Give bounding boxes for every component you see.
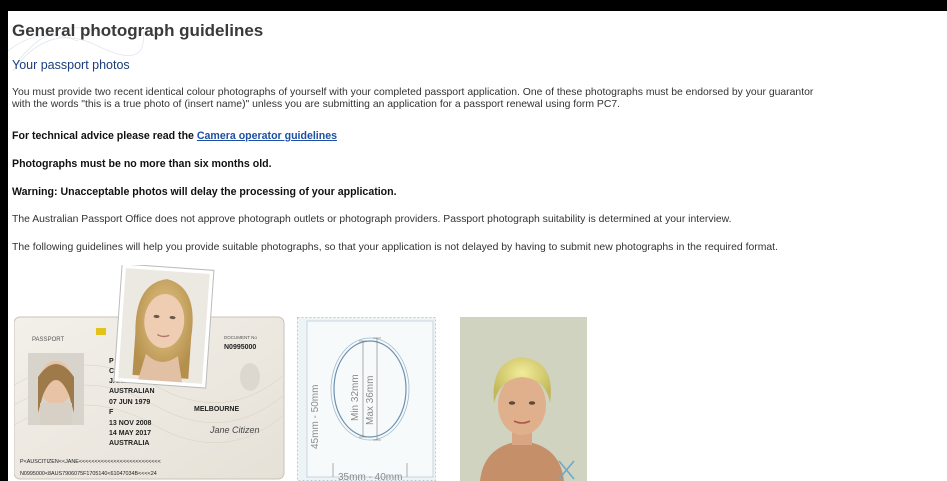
page: General photograph guidelines Your passp… xyxy=(8,11,947,481)
passport-expiry: 14 MAY 2017 xyxy=(109,430,151,437)
passport-mrz-line-1: P<AUSCITIZEN<<JANE<<<<<<<<<<<<<<<<<<<<<<… xyxy=(20,459,161,465)
max-face-label: Max 36mm xyxy=(365,376,376,425)
passport-document-no: N0995000 xyxy=(224,344,256,351)
photo-dimensions-diagram: Min 32mm Max 36mm 45mm - 50mm 35mm - 40m… xyxy=(297,317,436,481)
passport-issued: 13 NOV 2008 xyxy=(109,420,152,427)
passport-dob: 07 JUN 1979 xyxy=(109,399,150,406)
intro-paragraph-line-2: with the words "this is a true photo of … xyxy=(12,99,621,110)
office-note: The Australian Passport Office does not … xyxy=(12,214,732,225)
sample-passport-image: PASSPORT P CITIZ JANE AUSTRALIAN 07 JUN … xyxy=(14,265,285,480)
technical-advice-label: For technical advice please read the xyxy=(12,130,197,142)
section-subtitle: Your passport photos xyxy=(12,58,130,72)
page-title: General photograph guidelines xyxy=(12,21,264,40)
passport-nationality: AUSTRALIAN xyxy=(109,388,155,395)
age-rule: Photographs must be no more than six mon… xyxy=(12,158,272,170)
passport-signature: Jane Citizen xyxy=(209,425,260,435)
technical-advice: For technical advice please read the Cam… xyxy=(12,130,337,142)
passport-sex: F xyxy=(109,409,114,416)
passport-authority: AUSTRALIA xyxy=(109,440,149,447)
intro-paragraph-line-1: You must provide two recent identical co… xyxy=(12,87,814,98)
passport-type: P xyxy=(109,358,114,365)
example-portrait-photo xyxy=(460,317,587,481)
camera-operator-guidelines-link[interactable]: Camera operator guidelines xyxy=(197,130,337,142)
passport-place: MELBOURNE xyxy=(194,406,239,413)
passport-document-label: DOCUMENT No xyxy=(224,335,257,340)
height-range-label: 45mm - 50mm xyxy=(310,385,321,449)
warning-text: Warning: Unacceptable photos will delay … xyxy=(12,186,397,198)
width-range-label: 35mm - 40mm xyxy=(338,472,402,481)
min-face-label: Min 32mm xyxy=(350,374,361,421)
passport-label: PASSPORT xyxy=(32,337,64,343)
guidelines-note: The following guidelines will help you p… xyxy=(12,242,778,253)
passport-mrz-line-2: N0995000<8AUS7906075F1705140<61047034B<<… xyxy=(20,471,157,477)
